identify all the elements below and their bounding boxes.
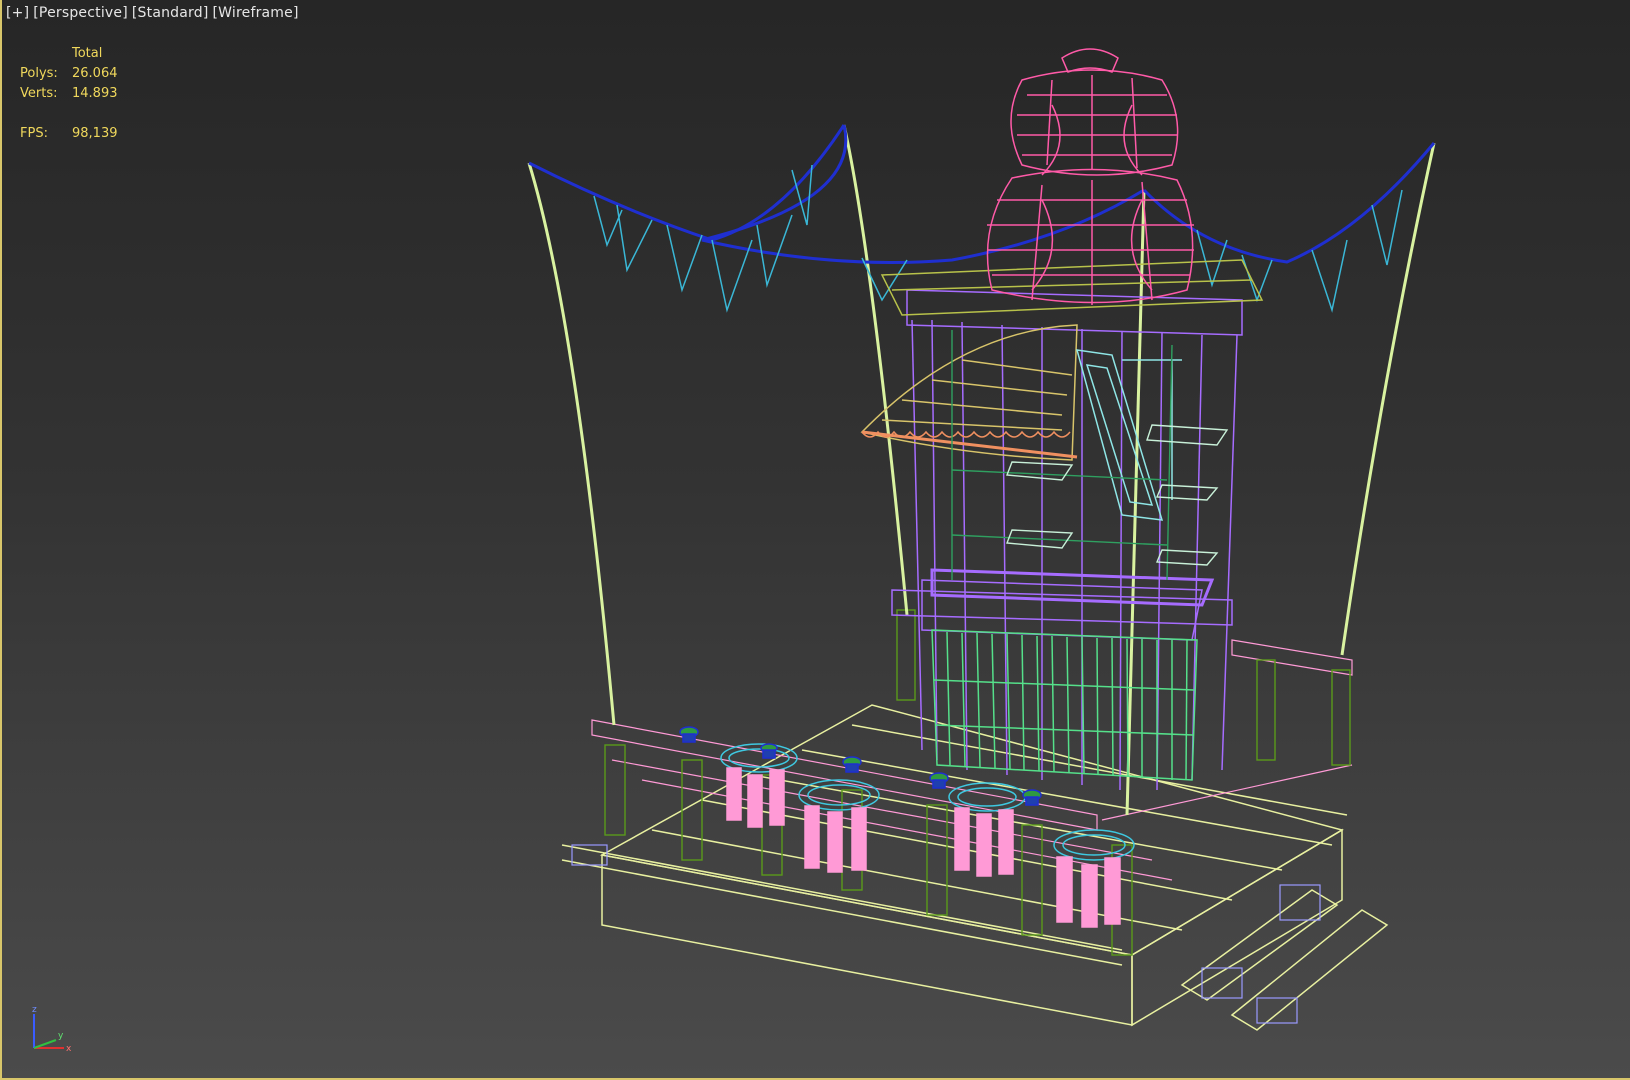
3d-viewport[interactable]: [+] [Perspective] [Standard] [Wireframe] To… (0, 0, 1630, 1080)
stool-2[interactable] (798, 779, 880, 873)
bunting-string[interactable] (528, 124, 1436, 264)
deck-platform[interactable] (561, 704, 1389, 1031)
canopy-poles[interactable] (527, 124, 1436, 816)
axis-x-label: x (66, 1044, 72, 1054)
small-crates[interactable] (571, 844, 1321, 1024)
stool-3[interactable] (948, 782, 1026, 877)
hanging-sign[interactable] (1075, 349, 1182, 521)
axis-y-label: y (58, 1031, 64, 1041)
axis-gizmo-icon: z x y (32, 1005, 72, 1054)
roof-platform[interactable] (880, 259, 1264, 316)
awning[interactable] (860, 324, 1078, 461)
wireframe-scene[interactable] (2, 0, 1630, 1080)
basket[interactable] (931, 629, 1198, 781)
deck-rails[interactable] (591, 639, 1353, 881)
axis-z-label: z (32, 1005, 37, 1015)
